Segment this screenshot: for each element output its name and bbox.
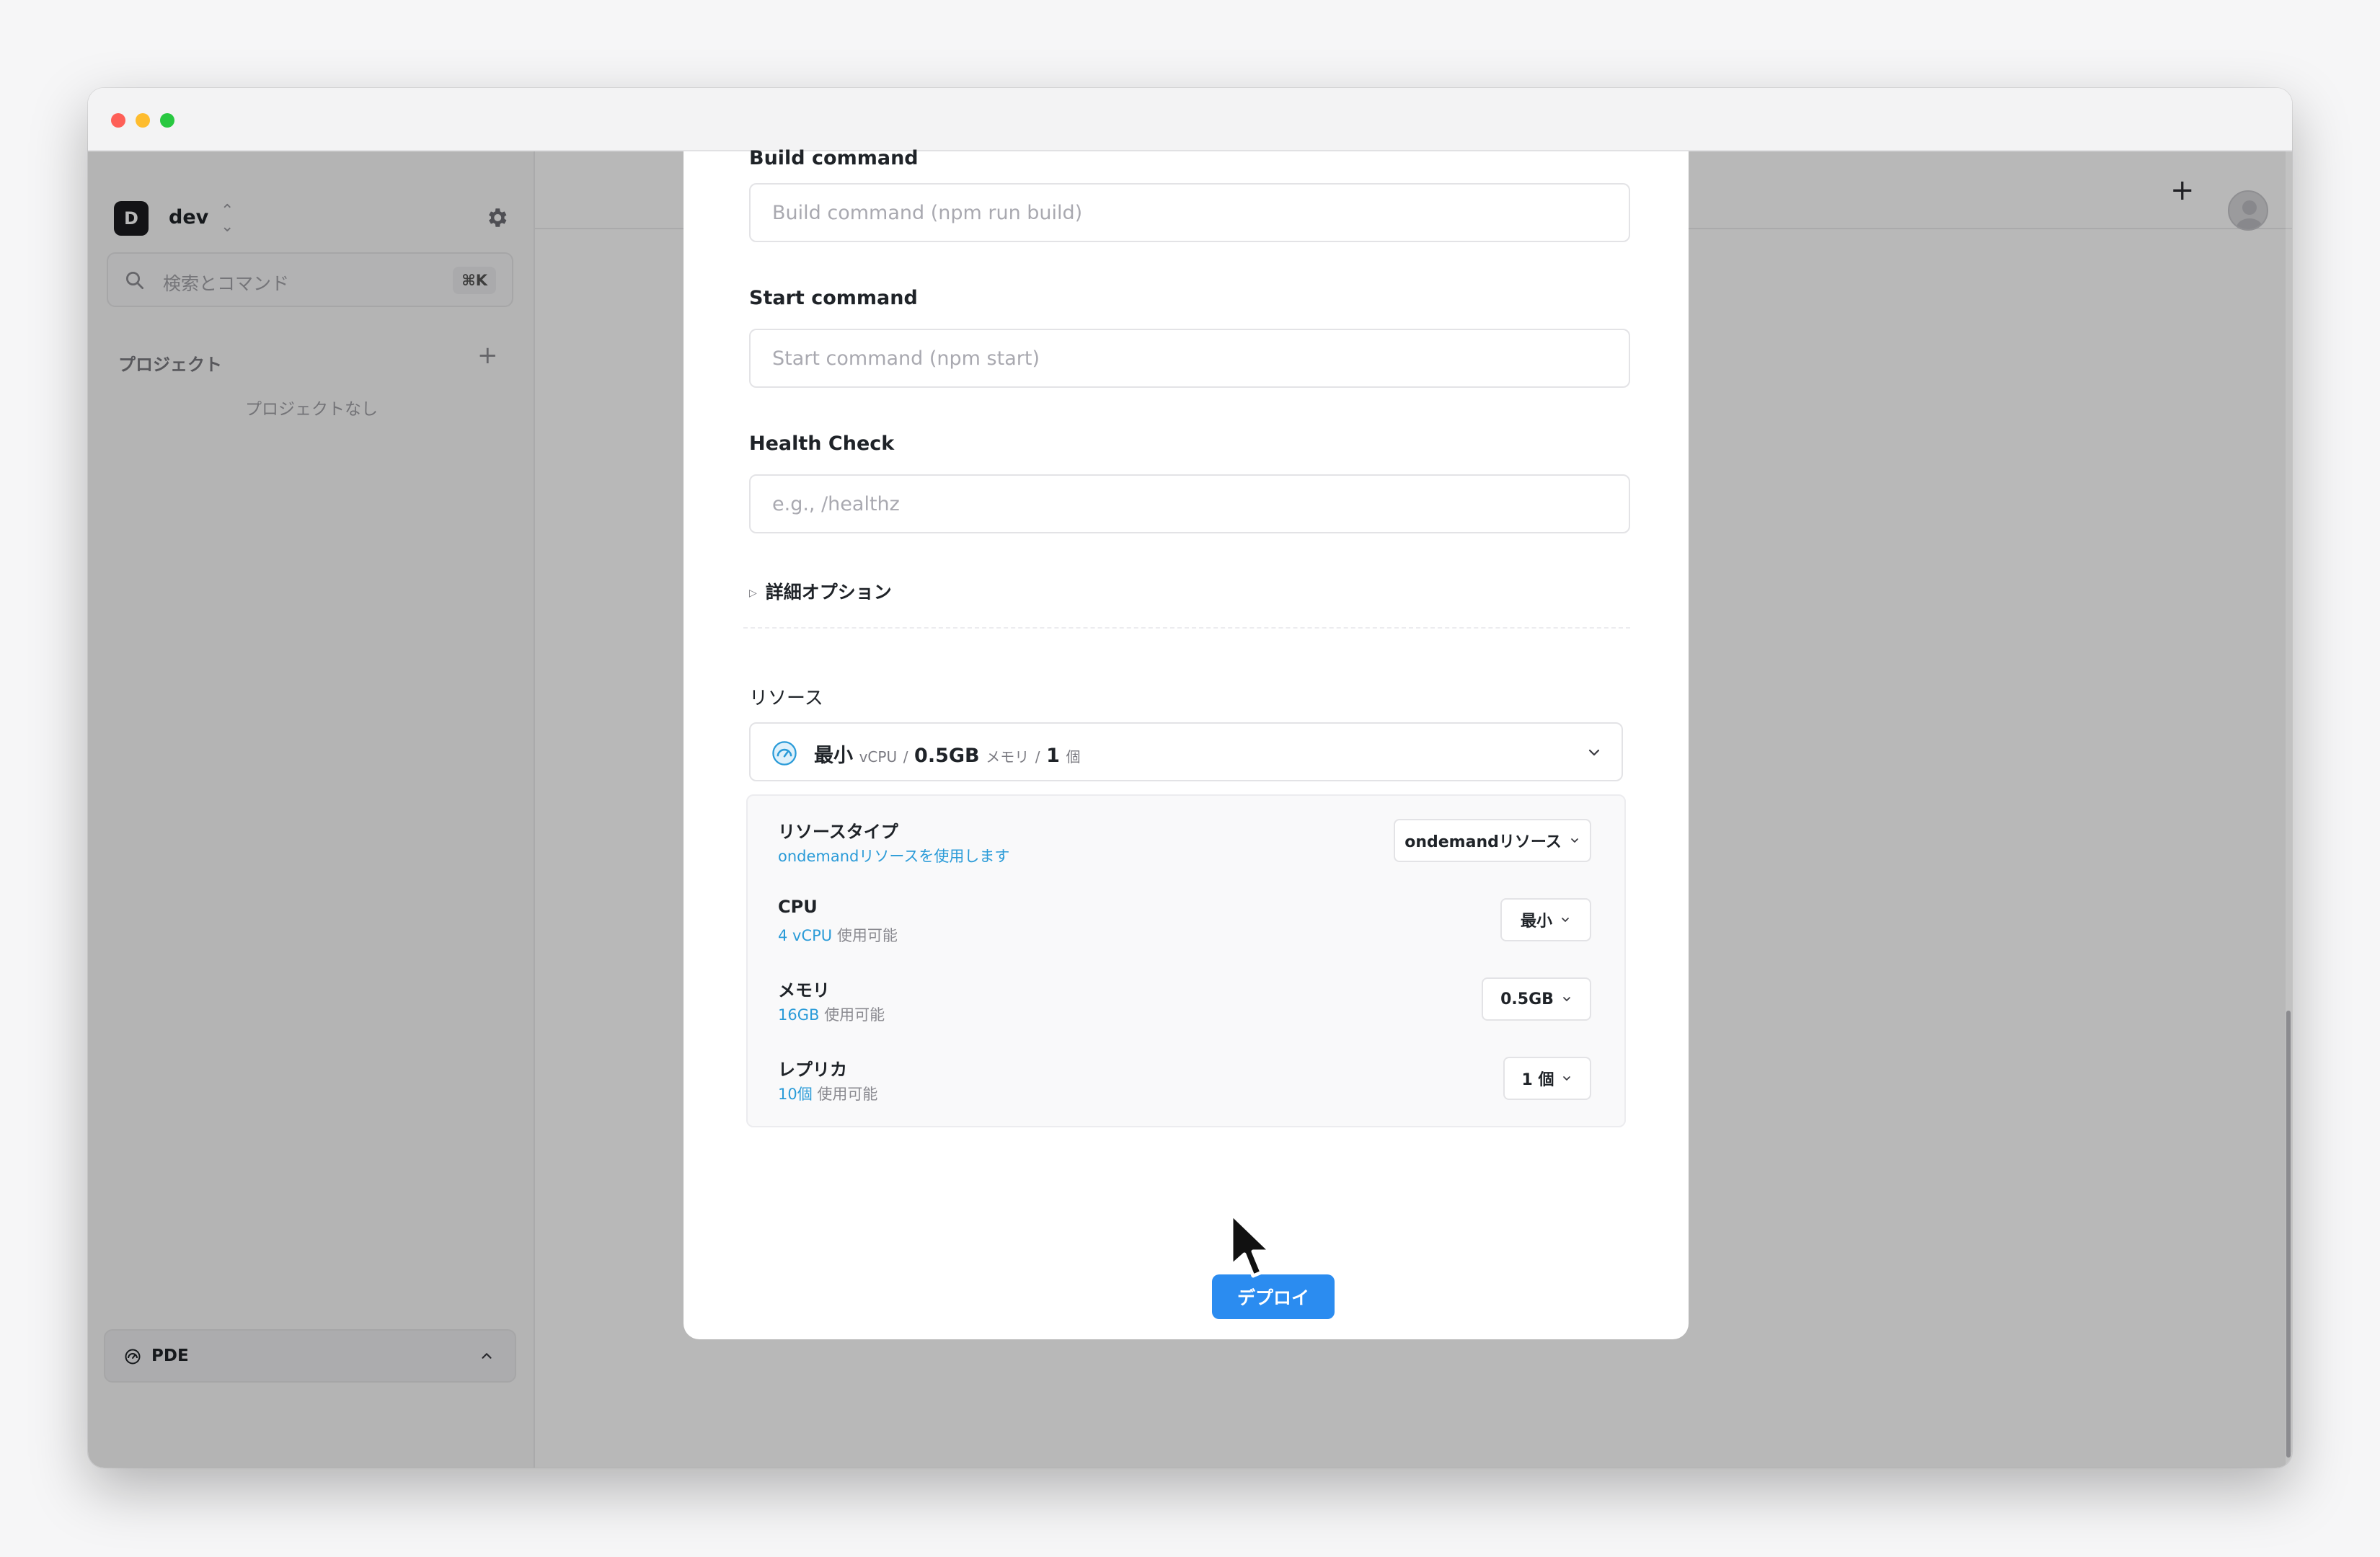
resources-label: リソース [749,688,823,709]
replica-availability: 10個 使用可能 [778,1083,877,1104]
replica-dropdown[interactable]: 1 個 [1503,1057,1591,1100]
cpu-title: CPU [778,897,818,917]
gauge-icon [772,741,797,766]
health-check-input[interactable]: e.g., /healthz [749,474,1630,533]
cpu-available-text: 使用可能 [836,927,898,944]
summary-replicas: 1 [1046,745,1060,767]
zoom-window-button[interactable] [160,113,174,128]
resource-type-title: リソースタイプ [778,822,898,842]
deploy-dialog: Build command Build command (npm run bui… [684,147,1689,1339]
memory-title: メモリ [778,980,830,1001]
replica-available-amount: 10個 [778,1086,813,1103]
resource-summary: 最小 vCPU / 0.5GB メモリ / 1 個 [814,740,1081,768]
minimize-window-button[interactable] [136,113,150,128]
chevron-down-icon [1563,1076,1571,1081]
start-command-input[interactable]: Start command (npm start) [749,329,1630,388]
memory-available-amount: 16GB [778,1006,820,1024]
scrollbar-thumb[interactable] [2286,1011,2291,1458]
summary-separator: / [1035,748,1040,766]
resource-type-value: ondemandリソース [1404,833,1562,851]
title-bar [88,88,2292,151]
memory-availability: 16GB 使用可能 [778,1003,885,1025]
cursor-icon [1229,1212,1273,1278]
replica-title: レプリカ [778,1060,847,1080]
chevron-down-icon [1562,918,1569,922]
advanced-options-toggle[interactable]: ▷ 詳細オプション [749,578,892,604]
summary-replicas-unit: 個 [1066,748,1081,766]
memory-value: 0.5GB [1500,990,1554,1008]
app-window: D dev ⌃ ⌄ 検索とコマンド ⌘K プロジェクト + プロジェクトなし PD… [88,88,2292,1468]
summary-cpu: 最小 [814,745,853,767]
advanced-options-label: 詳細オプション [765,582,892,603]
chevron-down-icon [1563,997,1570,1001]
summary-memory: 0.5GB [914,745,980,767]
section-divider [743,627,1630,629]
chevron-down-icon [1588,749,1600,756]
build-command-input[interactable]: Build command (npm run build) [749,183,1630,242]
start-command-label: Start command [749,287,918,309]
cpu-value: 最小 [1520,913,1552,931]
replica-value: 1 個 [1521,1071,1554,1089]
resource-settings-panel: リソースタイプ ondemandリソースを使用します ondemandリソース … [746,794,1626,1127]
cpu-availability: 4 vCPU 使用可能 [778,924,898,946]
cpu-dropdown[interactable]: 最小 [1500,898,1591,941]
health-check-placeholder: e.g., /healthz [772,493,900,515]
summary-separator: / [903,748,908,766]
close-window-button[interactable] [111,113,125,128]
resource-type-dropdown[interactable]: ondemandリソース [1394,819,1591,862]
replica-available-text: 使用可能 [817,1086,878,1103]
build-command-label: Build command [749,147,919,169]
summary-cpu-unit: vCPU [859,748,898,766]
build-command-placeholder: Build command (npm run build) [772,202,1083,224]
health-check-label: Health Check [749,432,895,455]
memory-available-text: 使用可能 [824,1006,885,1024]
start-command-placeholder: Start command (npm start) [772,347,1040,370]
resource-type-description: ondemandリソースを使用します [778,848,1010,865]
summary-memory-unit: メモリ [986,748,1030,766]
chevron-down-icon [1570,838,1578,843]
cpu-available-amount: 4 vCPU [778,927,833,944]
resource-preset-select[interactable]: 最小 vCPU / 0.5GB メモリ / 1 個 [749,722,1623,781]
triangle-right-icon: ▷ [749,587,757,599]
memory-dropdown[interactable]: 0.5GB [1482,977,1591,1021]
